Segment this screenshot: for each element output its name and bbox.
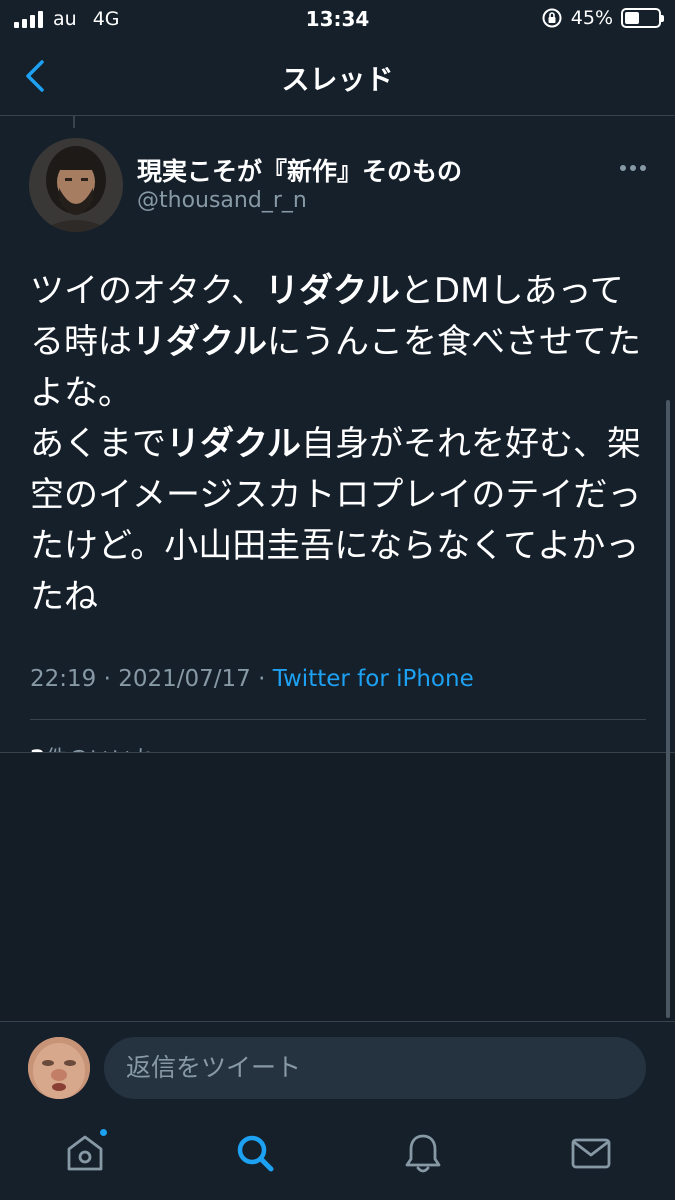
tweet-text-highlight: リダクル <box>166 424 301 464</box>
tab-messages[interactable] <box>569 1131 613 1175</box>
author-avatar[interactable] <box>29 138 123 232</box>
bell-icon <box>405 1134 441 1173</box>
tweet-text: ツイのオタク、リダクルとDMしあってる時はリダクルにうんこを食べさせてたよな。 … <box>30 266 650 623</box>
tweet-text-highlight: リダクル <box>132 322 267 362</box>
scrollbar[interactable] <box>666 400 670 1018</box>
tab-home[interactable] <box>63 1127 109 1175</box>
divider <box>30 719 646 720</box>
orientation-lock-icon <box>542 8 562 28</box>
author-handle[interactable]: @thousand_r_n <box>137 188 307 213</box>
current-user-avatar[interactable] <box>28 1037 90 1099</box>
battery-fill <box>625 12 640 24</box>
tab-bar <box>0 1113 675 1200</box>
author-avatar-image <box>29 138 123 232</box>
battery-percent: 45% <box>570 7 613 29</box>
meta-separator: · <box>103 666 111 692</box>
tweet-source-link[interactable]: Twitter for iPhone <box>273 666 474 692</box>
tab-search[interactable] <box>233 1131 277 1175</box>
mail-icon <box>571 1138 611 1169</box>
status-right: 45% <box>541 7 664 29</box>
nav-header: スレッド <box>0 38 675 116</box>
reply-input[interactable]: 返信をツイート <box>104 1037 646 1099</box>
tweet-meta: 22:19 · 2021/07/17 · Twitter for iPhone <box>30 666 474 692</box>
author-display-name[interactable]: 現実こそが『新作』そのもの <box>137 152 462 188</box>
tweet-time: 22:19 <box>30 666 97 692</box>
status-bar: au 4G 13:34 45% <box>0 0 675 38</box>
meta-separator: · <box>258 666 266 692</box>
tab-notifications[interactable] <box>401 1131 445 1175</box>
tweet-date: 2021/07/17 <box>118 666 251 692</box>
tweet-text-segment: ツイのオタク、 <box>30 271 265 311</box>
empty-replies-area <box>0 753 675 1021</box>
search-icon <box>237 1135 274 1172</box>
thread-connector <box>73 116 75 128</box>
notification-dot <box>98 1127 109 1138</box>
tweet-text-highlight: リダクル <box>264 271 400 311</box>
home-icon <box>67 1135 103 1171</box>
reply-bar: 返信をツイート <box>0 1021 675 1113</box>
page-title: スレッド <box>281 63 394 96</box>
more-options-icon[interactable] <box>617 158 649 178</box>
battery-icon <box>621 8 664 28</box>
current-user-avatar-image <box>28 1037 90 1099</box>
